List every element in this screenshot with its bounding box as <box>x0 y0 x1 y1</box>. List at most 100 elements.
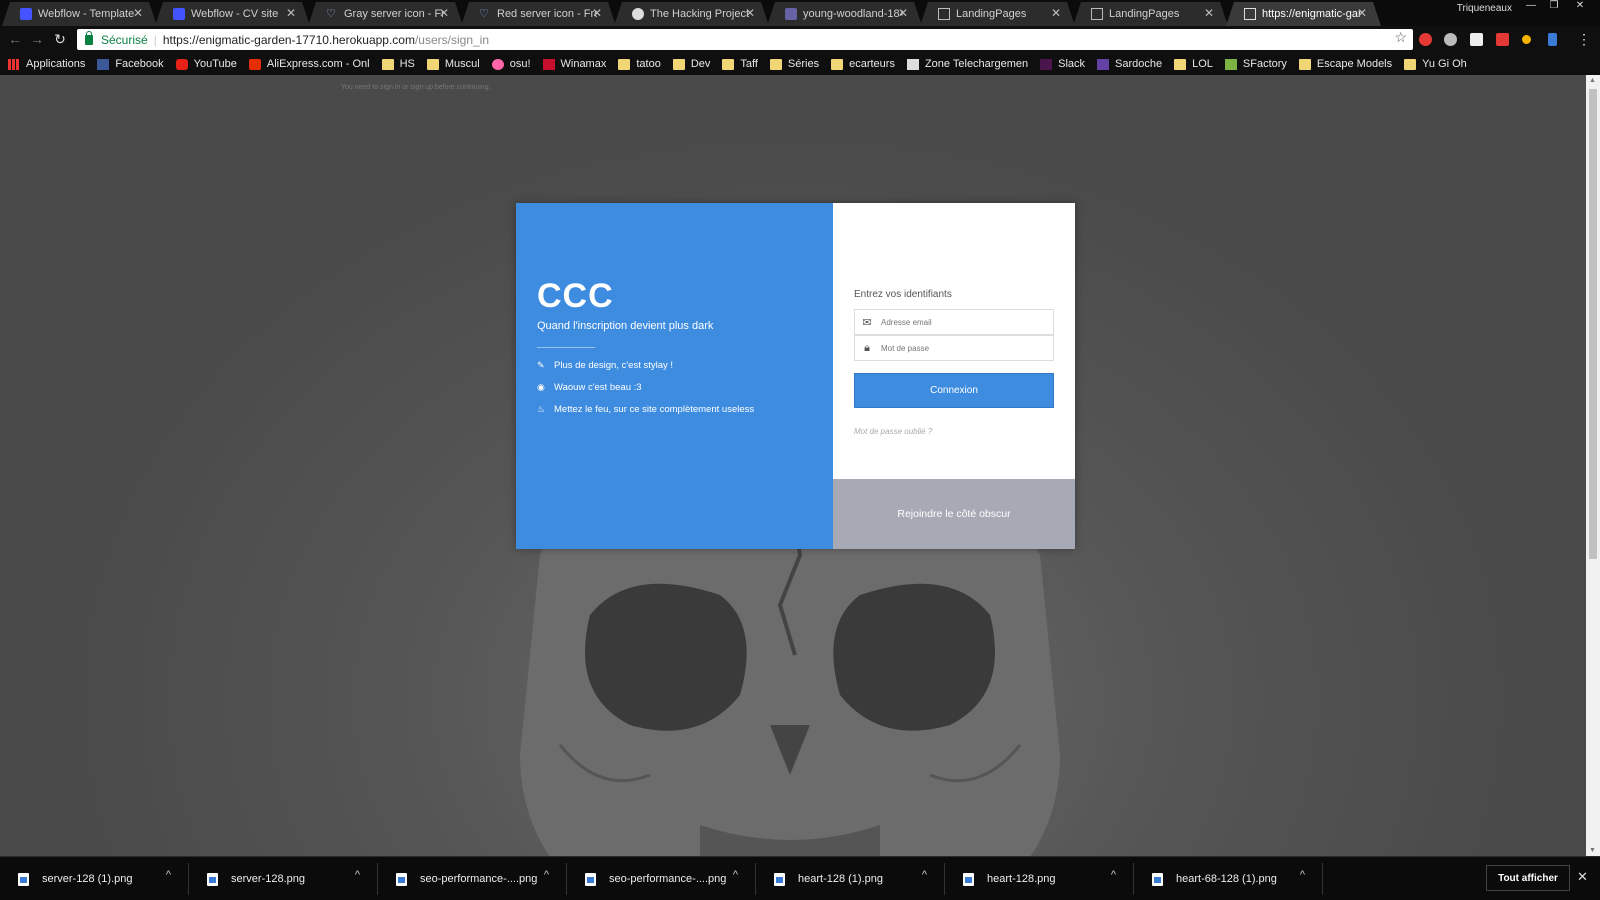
minimize-icon[interactable]: — <box>1520 0 1542 14</box>
bookmark-series[interactable]: Séries <box>769 58 819 70</box>
bookmark-slack[interactable]: Slack <box>1040 58 1085 70</box>
tab-title: Gray server icon - Free <box>344 8 444 20</box>
tab[interactable]: Webflow - Template Le ✕ <box>2 2 157 26</box>
back-icon[interactable]: ← <box>6 30 24 48</box>
restore-icon[interactable]: ❐ <box>1543 0 1565 14</box>
login-button[interactable]: Connexion <box>854 373 1054 408</box>
bookmark-ecarteurs[interactable]: ecarteurs <box>831 58 895 70</box>
chevron-up-icon[interactable]: ^ <box>355 869 360 881</box>
downloads-shelf: server-128 (1).png ^ server-128.png ^ se… <box>0 856 1600 900</box>
chevron-up-icon[interactable]: ^ <box>1111 869 1116 881</box>
forward-icon[interactable]: → <box>28 30 46 48</box>
slack-icon <box>1040 58 1053 70</box>
chevron-up-icon[interactable]: ^ <box>1300 869 1305 881</box>
page-scrollbar[interactable]: ▲ ▼ <box>1586 75 1600 856</box>
close-icon[interactable]: ✕ <box>592 6 602 20</box>
email-input[interactable] <box>879 317 1049 327</box>
extension-blue-icon[interactable] <box>1548 33 1557 46</box>
address-bar[interactable]: Sécurisé | https://enigmatic-garden-1771… <box>77 29 1413 50</box>
extension-info-icon[interactable] <box>1444 33 1457 46</box>
show-all-downloads-button[interactable]: Tout afficher <box>1486 865 1570 891</box>
download-item[interactable]: heart-128.png ^ <box>945 857 1134 900</box>
bookmark-dev[interactable]: Dev <box>672 58 710 70</box>
tab[interactable]: ♡ Red server icon - Free ✕ <box>461 2 616 26</box>
bookmark-yugioh[interactable]: Yu Gi Oh <box>1404 58 1467 70</box>
bookmark-lol[interactable]: LOL <box>1174 58 1213 70</box>
scroll-down-icon[interactable]: ▼ <box>1589 847 1596 854</box>
bookmark-muscul[interactable]: Muscul <box>426 58 480 70</box>
flash-notice: You need to sign in or sign up before co… <box>341 84 491 91</box>
bookmark-escape-models[interactable]: Escape Models <box>1298 58 1392 70</box>
lock-icon: 🔒︎ <box>864 341 870 354</box>
bookmark-taff[interactable]: Taff <box>722 58 758 70</box>
close-icon[interactable]: ✕ <box>439 6 449 20</box>
profile-name[interactable]: Triqueneaux <box>1457 3 1512 14</box>
download-item[interactable]: heart-68-128 (1).png ^ <box>1134 857 1323 900</box>
extension-square-icon[interactable] <box>1470 33 1483 46</box>
bookmark-youtube[interactable]: YouTube <box>175 58 237 70</box>
signup-button[interactable]: Rejoindre le côté obscur <box>833 479 1075 549</box>
bookmark-tatoo[interactable]: tatoo <box>618 58 661 70</box>
secure-label: Sécurisé <box>101 32 148 47</box>
image-file-icon <box>774 872 785 886</box>
close-icon[interactable]: ✕ <box>286 6 296 20</box>
email-field[interactable]: ✉ <box>854 309 1054 335</box>
chevron-up-icon[interactable]: ^ <box>922 869 927 881</box>
envelope-icon: ✉ <box>862 316 872 329</box>
close-icon[interactable]: ✕ <box>745 6 755 20</box>
reload-icon[interactable]: ↻ <box>51 30 69 48</box>
bookmark-star-icon[interactable]: ☆ <box>1394 29 1407 46</box>
close-icon[interactable]: ✕ <box>898 6 908 20</box>
tab[interactable]: LandingPages ✕ <box>920 2 1075 26</box>
tab[interactable]: LandingPages ✕ <box>1073 2 1228 26</box>
tab-active[interactable]: https://enigmatic-gard ✕ <box>1226 2 1381 26</box>
password-input[interactable] <box>879 343 1049 353</box>
url-separator: | <box>153 32 157 47</box>
chevron-up-icon[interactable]: ^ <box>733 869 738 881</box>
bookmark-hs[interactable]: HS <box>381 58 415 70</box>
tab[interactable]: The Hacking Project ✕ <box>614 2 769 26</box>
close-icon[interactable]: ✕ <box>1357 6 1367 20</box>
extension-arrow-icon[interactable] <box>1496 33 1509 46</box>
bookmark-winamax[interactable]: Winamax <box>542 58 606 70</box>
extension-red-icon[interactable] <box>1419 33 1432 46</box>
chevron-up-icon[interactable]: ^ <box>544 869 549 881</box>
download-item[interactable]: seo-performance-....png ^ <box>378 857 567 900</box>
bookmark-zone-telechargement[interactable]: Zone Telechargemen <box>906 58 1028 70</box>
login-panel: Entrez vos identifiants ✉ 🔒︎ Connexion M… <box>833 203 1075 549</box>
scroll-thumb[interactable] <box>1589 89 1597 559</box>
password-field[interactable]: 🔒︎ <box>854 335 1054 361</box>
close-window-icon[interactable]: ✕ <box>1569 0 1591 14</box>
close-icon[interactable]: ✕ <box>133 6 143 20</box>
menu-dots-icon[interactable]: ⋮ <box>1575 30 1593 48</box>
folder-icon <box>618 58 631 70</box>
close-icon[interactable]: ✕ <box>1577 869 1588 885</box>
image-file-icon <box>18 872 29 886</box>
download-item[interactable]: server-128.png ^ <box>189 857 378 900</box>
close-icon[interactable]: ✕ <box>1051 6 1061 20</box>
tab[interactable]: Webflow - CV site ✕ <box>155 2 310 26</box>
download-item[interactable]: server-128 (1).png ^ <box>0 857 189 900</box>
download-item[interactable]: seo-performance-....png ^ <box>567 857 756 900</box>
tab-title: https://enigmatic-gard <box>1262 8 1362 20</box>
bookmark-applications[interactable]: Applications <box>8 58 85 70</box>
bookmark-osu[interactable]: osu! <box>491 58 531 70</box>
scroll-up-icon[interactable]: ▲ <box>1589 77 1596 84</box>
bookmark-aliexpress[interactable]: AliExpress.com - Onl <box>248 58 370 70</box>
brand-tagline: Quand l'inscription devient plus dark <box>537 320 714 332</box>
pencil-icon: ✎ <box>537 360 545 370</box>
winamax-icon <box>542 58 555 70</box>
bookmark-sfactory[interactable]: SFactory <box>1224 58 1287 70</box>
close-icon[interactable]: ✕ <box>1204 6 1214 20</box>
forgot-password-link[interactable]: Mot de passe oublié ? <box>854 427 932 436</box>
webflow-icon <box>20 8 32 20</box>
download-item[interactable]: heart-128 (1).png ^ <box>756 857 945 900</box>
tab[interactable]: young-woodland-1846 ✕ <box>767 2 922 26</box>
chevron-up-icon[interactable]: ^ <box>166 869 171 881</box>
bookmark-sardoche[interactable]: Sardoche <box>1097 58 1162 70</box>
github-icon <box>632 8 644 20</box>
bookmark-facebook[interactable]: Facebook <box>97 58 164 70</box>
extension-flash-icon[interactable] <box>1522 35 1531 44</box>
image-file-icon <box>207 872 218 886</box>
tab[interactable]: ♡ Gray server icon - Free ✕ <box>308 2 463 26</box>
